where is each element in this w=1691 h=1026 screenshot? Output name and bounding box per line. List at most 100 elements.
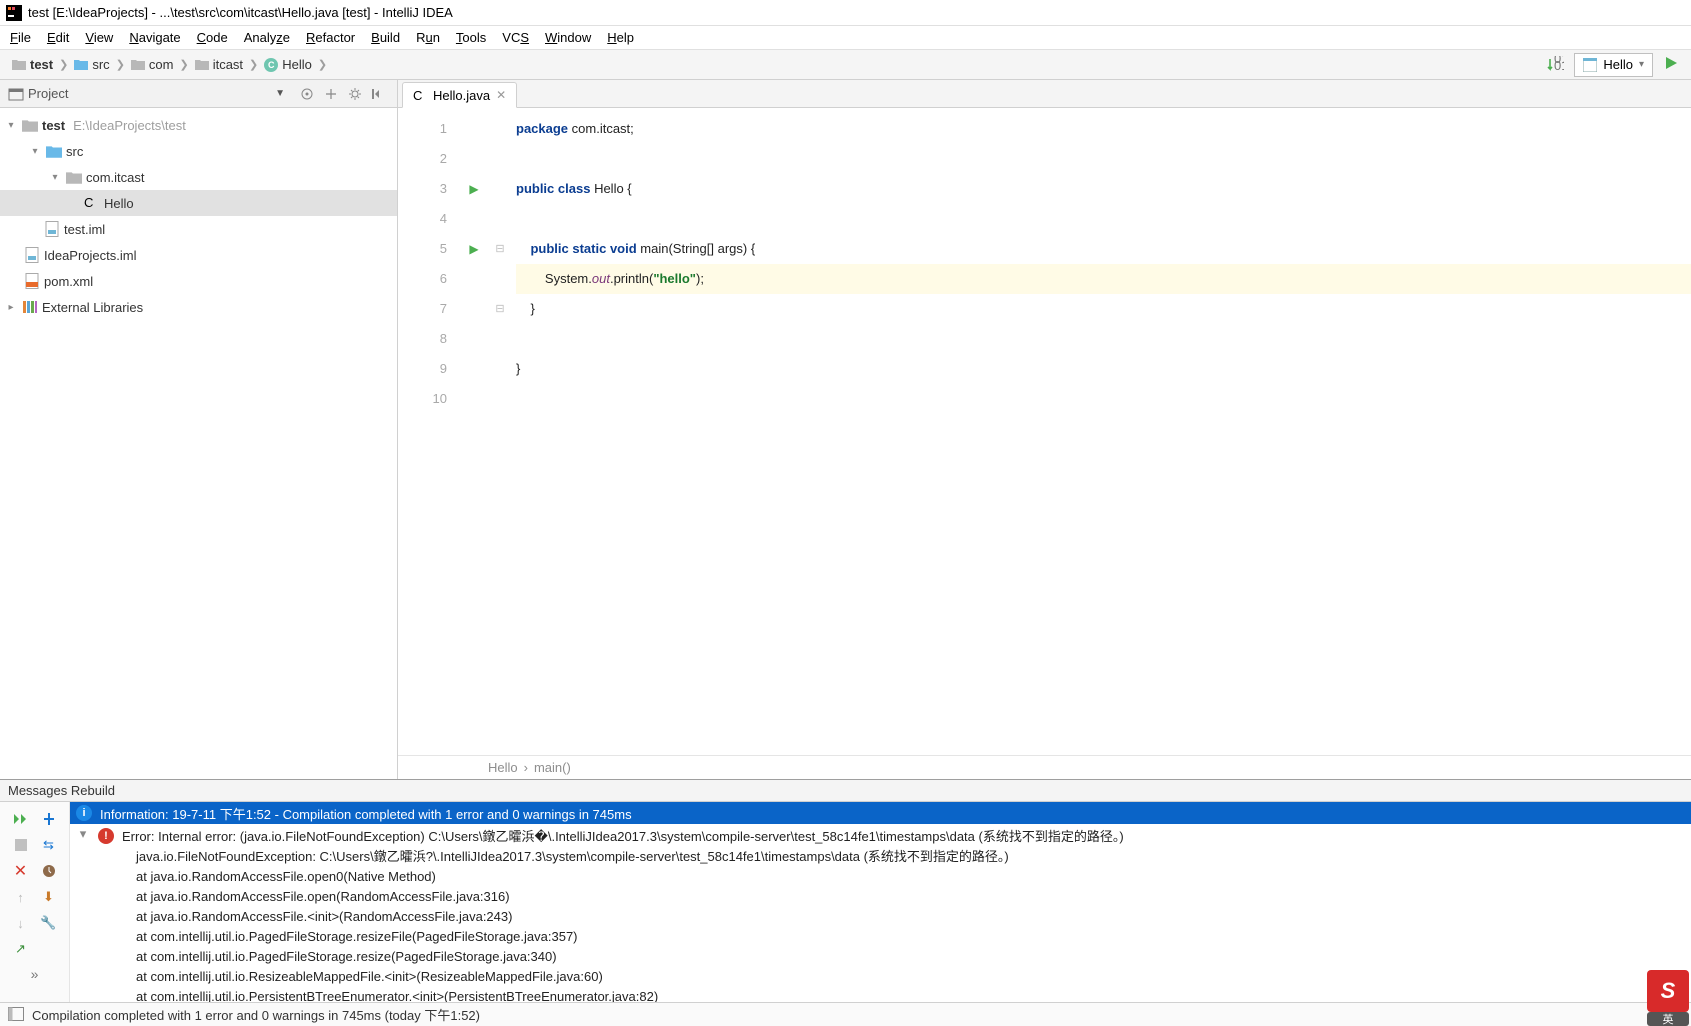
editor-tab-label: Hello.java: [433, 88, 490, 103]
chevron-right-icon: ❯: [116, 58, 125, 71]
expand-all-icon[interactable]: ⇆: [38, 834, 60, 856]
close-tab-icon[interactable]: ✕: [496, 88, 506, 102]
toggle-tree-icon[interactable]: [38, 808, 60, 830]
pin-icon[interactable]: ↗: [10, 938, 32, 960]
crumb-method[interactable]: main(): [534, 760, 571, 775]
message-error-row[interactable]: ▾ ! Error: Internal error: (java.io.File…: [70, 824, 1691, 847]
menu-code[interactable]: Code: [189, 28, 236, 47]
tree-external-libs[interactable]: ▸ External Libraries: [0, 294, 397, 320]
crumb-label: test: [30, 57, 53, 72]
menu-vcs[interactable]: VCS: [494, 28, 537, 47]
stack-line[interactable]: at java.io.RandomAccessFile.open(RandomA…: [70, 887, 1691, 907]
rerun-icon[interactable]: [10, 808, 32, 830]
messages-tree[interactable]: i Information: 19-7-11 下午1:52 - Compilat…: [70, 802, 1691, 1002]
menu-tools[interactable]: Tools: [448, 28, 494, 47]
ime-main: S: [1661, 978, 1676, 1004]
settings-wrench-icon[interactable]: 🔧: [38, 912, 60, 934]
export-icon[interactable]: ⬇: [38, 886, 60, 908]
twisty-open-icon[interactable]: ▾: [76, 826, 90, 842]
menu-analyze[interactable]: Analyze: [236, 28, 298, 47]
status-window-icon[interactable]: [8, 1007, 24, 1023]
tree-test-iml[interactable]: test.iml: [0, 216, 397, 242]
project-header: Project ▼: [0, 80, 397, 108]
messages-panel: Messages Rebuild ⇆ ✕ ↑ ⬇ ↓ 🔧: [0, 779, 1691, 1002]
ime-badge[interactable]: S: [1647, 970, 1689, 1012]
run-configuration-selector[interactable]: Hello ▾: [1574, 53, 1653, 77]
app-logo-icon: [6, 5, 22, 21]
crumb-src[interactable]: src: [68, 55, 115, 74]
menu-help[interactable]: Help: [599, 28, 642, 47]
code-area[interactable]: package com.itcast; public class Hello {…: [510, 108, 1691, 755]
editor-tab-hello[interactable]: C Hello.java ✕: [402, 82, 517, 108]
message-info-row[interactable]: i Information: 19-7-11 下午1:52 - Compilat…: [70, 802, 1691, 824]
stack-line[interactable]: at com.intellij.util.io.PersistentBTreeE…: [70, 987, 1691, 1002]
project-title: Project: [28, 86, 68, 101]
twisty-open-icon[interactable]: ▾: [28, 146, 42, 157]
menu-run[interactable]: Run: [408, 28, 448, 47]
stack-line[interactable]: java.io.FileNotFoundException: C:\Users\…: [70, 847, 1691, 867]
tree-root[interactable]: ▾ test E:\IdeaProjects\test: [0, 112, 397, 138]
menu-window[interactable]: Window: [537, 28, 599, 47]
tree-label: IdeaProjects.iml: [44, 248, 136, 263]
filter-icon[interactable]: [38, 860, 60, 882]
status-bar: Compilation completed with 1 error and 0…: [0, 1002, 1691, 1026]
menu-edit[interactable]: Edit: [39, 28, 77, 47]
class-icon: C: [264, 58, 278, 72]
menubar: File Edit View Navigate Code Analyze Ref…: [0, 26, 1691, 50]
crumb-test[interactable]: test: [6, 55, 59, 74]
menu-file[interactable]: File: [2, 28, 39, 47]
tree-label: src: [66, 144, 83, 159]
stack-line[interactable]: at com.intellij.util.io.PagedFileStorage…: [70, 947, 1691, 967]
crumb-com[interactable]: com: [125, 55, 180, 74]
tree-ideaprojects-iml[interactable]: IdeaProjects.iml: [0, 242, 397, 268]
settings-gear-icon[interactable]: [345, 84, 365, 104]
messages-header[interactable]: Messages Rebuild: [0, 780, 1691, 802]
tree-label: com.itcast: [86, 170, 145, 185]
locate-icon[interactable]: [297, 84, 317, 104]
menu-refactor[interactable]: Refactor: [298, 28, 363, 47]
twisty-open-icon[interactable]: ▾: [48, 172, 62, 183]
run-method-icon[interactable]: ▶: [458, 234, 490, 264]
error-text: Error: Internal error: (java.io.FileNotF…: [122, 826, 1124, 845]
line-number-gutter: 12345678910: [398, 108, 458, 755]
menu-navigate[interactable]: Navigate: [121, 28, 188, 47]
next-error-icon[interactable]: ↓: [10, 912, 32, 934]
collapse-all-icon[interactable]: [321, 84, 341, 104]
crumb-itcast[interactable]: itcast: [189, 55, 249, 74]
more-icon[interactable]: »: [31, 966, 39, 982]
project-tree[interactable]: ▾ test E:\IdeaProjects\test ▾ src ▾ com.…: [0, 108, 397, 779]
stack-line[interactable]: at java.io.RandomAccessFile.open0(Native…: [70, 867, 1691, 887]
chevron-right-icon: ❯: [179, 58, 188, 71]
editor-body[interactable]: 12345678910 ▶ ▶ ⊟ ⊟ package com.itcast; …: [398, 108, 1691, 755]
stack-line[interactable]: at com.intellij.util.io.PagedFileStorage…: [70, 927, 1691, 947]
run-button-icon[interactable]: [1663, 55, 1679, 74]
run-class-icon[interactable]: ▶: [458, 174, 490, 204]
twisty-closed-icon[interactable]: ▸: [4, 302, 18, 313]
editor-breadcrumb[interactable]: Hello › main(): [398, 755, 1691, 779]
hide-icon[interactable]: [369, 84, 389, 104]
stack-line[interactable]: at com.intellij.util.io.ResizeableMapped…: [70, 967, 1691, 987]
prev-error-icon[interactable]: ↑: [10, 886, 32, 908]
fold-open-icon[interactable]: ⊟: [490, 234, 510, 264]
twisty-open-icon[interactable]: ▾: [4, 120, 18, 131]
menu-view[interactable]: View: [77, 28, 121, 47]
run-marker-gutter[interactable]: ▶ ▶: [458, 108, 490, 755]
class-icon: C: [84, 195, 100, 211]
fold-close-icon[interactable]: ⊟: [490, 294, 510, 324]
stop-icon[interactable]: [10, 834, 32, 856]
menu-build[interactable]: Build: [363, 28, 408, 47]
crumb-hello[interactable]: C Hello: [258, 55, 318, 74]
close-icon[interactable]: ✕: [10, 860, 32, 882]
crumb-class[interactable]: Hello: [488, 760, 518, 775]
chevron-right-icon: ❯: [318, 58, 327, 71]
view-mode-dropdown-icon[interactable]: ▼: [275, 88, 285, 99]
build-project-icon[interactable]: 0101: [1546, 56, 1564, 74]
titlebar: test [E:\IdeaProjects] - ...\test\src\co…: [0, 0, 1691, 26]
tree-pom[interactable]: pom.xml: [0, 268, 397, 294]
tree-hello[interactable]: C Hello: [0, 190, 397, 216]
tree-pkg[interactable]: ▾ com.itcast: [0, 164, 397, 190]
ime-sub-badge[interactable]: 英: [1647, 1012, 1689, 1026]
tree-src[interactable]: ▾ src: [0, 138, 397, 164]
fold-gutter[interactable]: ⊟ ⊟: [490, 108, 510, 755]
stack-line[interactable]: at java.io.RandomAccessFile.<init>(Rando…: [70, 907, 1691, 927]
